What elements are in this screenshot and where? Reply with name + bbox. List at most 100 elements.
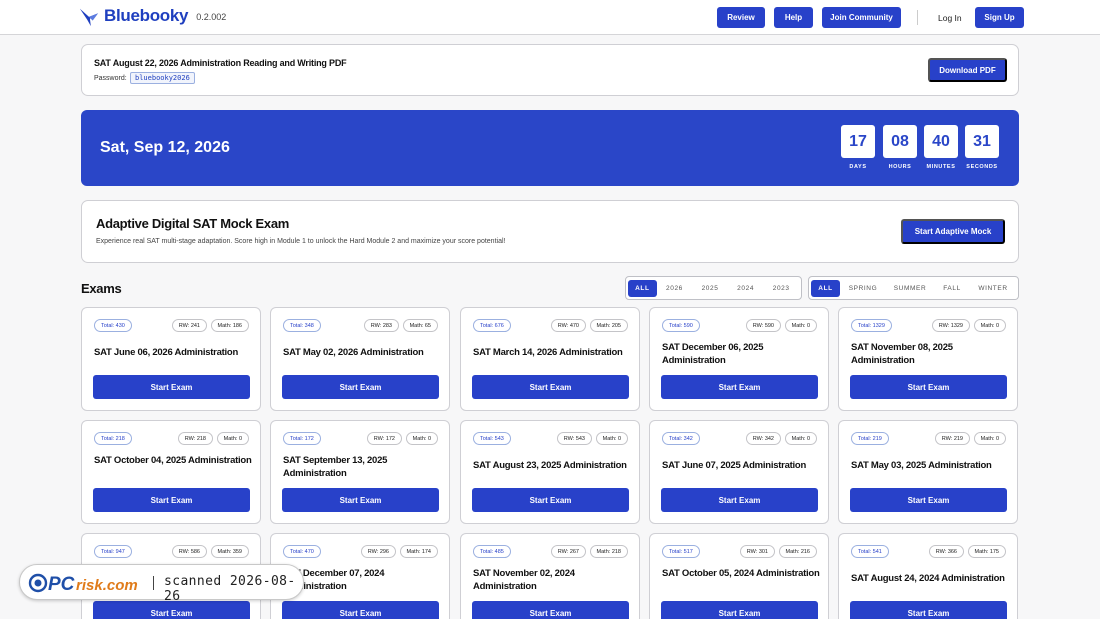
start-exam-button[interactable]: Start Exam: [472, 488, 629, 512]
math-questions-badge: Math: 0: [595, 432, 628, 445]
rw-questions-badge: RW: 366: [928, 545, 964, 558]
exam-card: Total: 342 RW: 342 Math: 0 SAT June 07, 202…: [649, 420, 829, 524]
exam-title: SAT August 23, 2025 Administration: [473, 460, 627, 471]
countdown-days-label: DAYS: [849, 164, 867, 170]
exam-title: SAT September 13, 2025 Administration: [283, 455, 388, 479]
exam-card: Total: 517 RW: 301 Math: 216 SAT October 05…: [649, 533, 829, 619]
adaptive-mock-card: Adaptive Digital SAT Mock Exam Experienc…: [81, 200, 1019, 263]
year-filter: ALL 2026 2025 2024 2023: [625, 276, 802, 300]
start-exam-button[interactable]: Start Exam: [282, 375, 439, 399]
watermark-text: scanned 2026-08-26: [164, 574, 296, 604]
exam-title: SAT March 14, 2026 Administration: [473, 347, 623, 358]
start-exam-button[interactable]: Start Exam: [93, 375, 250, 399]
exam-card: Total: 172 RW: 172 Math: 0 SAT September 13…: [270, 420, 450, 524]
total-questions-badge: Total: 543: [473, 432, 511, 445]
start-exam-button[interactable]: Start Exam: [282, 488, 439, 512]
log-in-link[interactable]: Log In: [938, 13, 962, 23]
password-code[interactable]: bluebooky2026: [130, 72, 195, 84]
countdown-seconds-value: 31: [965, 125, 999, 158]
join-community-button[interactable]: Join Community: [822, 7, 901, 28]
math-questions-badge: Math: 359: [210, 545, 249, 558]
total-questions-badge: Total: 342: [662, 432, 700, 445]
start-exam-button[interactable]: Start Exam: [282, 601, 439, 619]
math-questions-badge: Math: 0: [405, 432, 438, 445]
math-questions-badge: Math: 65: [402, 319, 438, 332]
countdown-hours: 08 HOURS: [883, 125, 917, 170]
rw-questions-badge: RW: 543: [556, 432, 592, 445]
exam-title: SAT December 06, 2025 Administration: [662, 342, 764, 366]
total-questions-badge: Total: 470: [283, 545, 321, 558]
download-pdf-button[interactable]: Download PDF: [928, 58, 1007, 82]
rw-questions-badge: RW: 590: [745, 319, 781, 332]
math-questions-badge: Math: 216: [778, 545, 817, 558]
countdown-minutes: 40 MINUTES: [924, 125, 958, 170]
year-filter-2024[interactable]: 2024: [728, 280, 764, 297]
exam-title: SAT June 06, 2026 Administration: [94, 347, 239, 358]
start-exam-button[interactable]: Start Exam: [661, 601, 818, 619]
start-exam-button[interactable]: Start Exam: [850, 375, 1007, 399]
exams-heading: Exams: [81, 281, 122, 296]
start-exam-button[interactable]: Start Exam: [93, 488, 250, 512]
math-questions-badge: Math: 0: [216, 432, 249, 445]
start-exam-button[interactable]: Start Exam: [661, 375, 818, 399]
countdown-hours-label: HOURS: [888, 164, 912, 170]
exam-card: Total: 348 RW: 283 Math: 65 SAT May 02, 202…: [270, 307, 450, 411]
total-questions-badge: Total: 218: [94, 432, 132, 445]
top-navigation-bar: Bluebooky 0.2.002 Review Help Join Commu…: [0, 0, 1100, 35]
math-questions-badge: Math: 0: [973, 319, 1006, 332]
sign-up-button[interactable]: Sign Up: [975, 7, 1024, 28]
adaptive-title: Adaptive Digital SAT Mock Exam: [96, 216, 290, 231]
total-questions-badge: Total: 590: [662, 319, 700, 332]
review-button[interactable]: Review: [717, 7, 765, 28]
exam-card: Total: 218 RW: 218 Math: 0 SAT October 04, …: [81, 420, 261, 524]
math-questions-badge: Math: 0: [784, 432, 817, 445]
rw-questions-badge: RW: 241: [171, 319, 207, 332]
year-filter-all[interactable]: ALL: [628, 279, 657, 297]
exam-title: SAT June 07, 2025 Administration: [662, 460, 807, 471]
pcrisk-watermark: PC risk.com scanned 2026-08-26: [19, 564, 304, 604]
year-filter-2025[interactable]: 2025: [692, 280, 728, 297]
total-questions-badge: Total: 541: [851, 545, 889, 558]
start-exam-button[interactable]: Start Exam: [661, 488, 818, 512]
rw-questions-badge: RW: 172: [366, 432, 402, 445]
exam-title: SAT November 02, 2024 Administration: [473, 568, 575, 592]
year-filter-2026[interactable]: 2026: [657, 280, 693, 297]
total-questions-badge: Total: 430: [94, 319, 132, 332]
rw-questions-badge: RW: 283: [363, 319, 399, 332]
year-filter-2023[interactable]: 2023: [763, 280, 799, 297]
start-adaptive-mock-button[interactable]: Start Adaptive Mock: [901, 219, 1005, 244]
exam-card: Total: 676 RW: 470 Math: 205 SAT March 14, …: [460, 307, 640, 411]
nav-divider: [917, 10, 918, 25]
season-filter-fall[interactable]: FALL: [934, 280, 970, 297]
exam-title: SAT May 03, 2025 Administration: [851, 460, 992, 471]
password-label: Password:: [94, 75, 127, 82]
total-questions-badge: Total: 947: [94, 545, 132, 558]
help-button[interactable]: Help: [774, 7, 813, 28]
start-exam-button[interactable]: Start Exam: [850, 488, 1007, 512]
rw-questions-badge: RW: 301: [739, 545, 775, 558]
countdown-days: 17 DAYS: [841, 125, 875, 170]
version-label: 0.2.002: [196, 12, 227, 22]
bird-logo-icon: [79, 8, 99, 27]
start-exam-button[interactable]: Start Exam: [850, 601, 1007, 619]
rw-questions-badge: RW: 267: [550, 545, 586, 558]
rw-questions-badge: RW: 470: [550, 319, 586, 332]
exam-title: SAT August 24, 2024 Administration: [851, 573, 1005, 584]
exam-title: SAT October 05, 2024 Administration: [662, 568, 820, 579]
season-filter-winter[interactable]: WINTER: [970, 280, 1016, 297]
season-filter-all[interactable]: ALL: [811, 279, 840, 297]
math-questions-badge: Math: 0: [973, 432, 1006, 445]
start-exam-button[interactable]: Start Exam: [472, 375, 629, 399]
total-questions-badge: Total: 1329: [851, 319, 892, 332]
exam-card: Total: 485 RW: 267 Math: 218 SAT November 0…: [460, 533, 640, 619]
exam-title: SAT October 04, 2025 Administration: [94, 455, 252, 466]
math-questions-badge: Math: 0: [784, 319, 817, 332]
start-exam-button[interactable]: Start Exam: [472, 601, 629, 619]
total-questions-badge: Total: 219: [851, 432, 889, 445]
watermark-divider: [153, 576, 154, 590]
exam-card: Total: 1329 RW: 1329 Math: 0 SAT November 0…: [838, 307, 1018, 411]
exam-card: Total: 590 RW: 590 Math: 0 SAT December 06,…: [649, 307, 829, 411]
season-filter-spring[interactable]: SPRING: [840, 280, 886, 297]
season-filter-summer[interactable]: SUMMER: [886, 280, 934, 297]
brand-logo[interactable]: Bluebooky 0.2.002: [78, 5, 226, 27]
